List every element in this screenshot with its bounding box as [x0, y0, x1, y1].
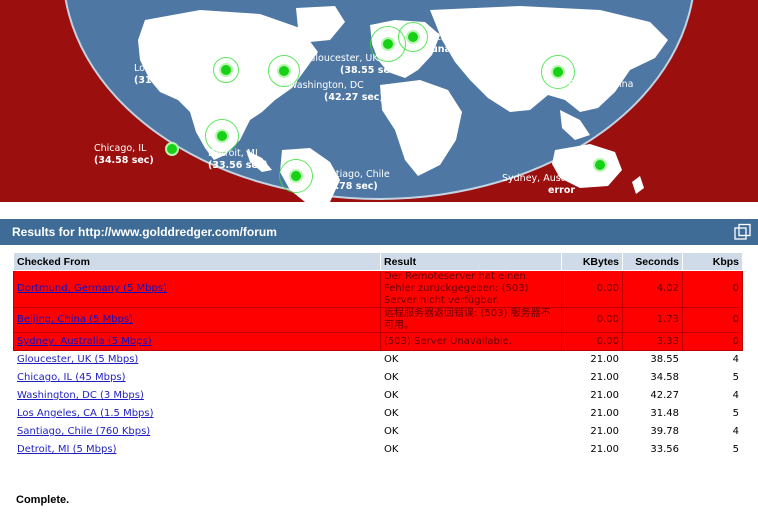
- ping-dot-sydney: [593, 158, 607, 172]
- table-row: Sydney, Australia (5 Mbps) (503) Server …: [13, 332, 743, 351]
- kbytes-cell: 0.00: [561, 307, 623, 333]
- table-header-row: Checked From Result KBytes Seconds Kbps: [13, 252, 743, 271]
- seconds-cell: 38.55: [622, 350, 683, 369]
- location-link[interactable]: Dortmund, Germany (5 Mbps): [17, 283, 167, 294]
- kbps-cell: 5: [682, 440, 743, 459]
- kbytes-cell: 21.00: [561, 368, 623, 387]
- table-row: Beijing, China (5 Mbps) 远程服务器返回错误: (503)…: [13, 307, 743, 333]
- map-label-santiago: Santiago, Chile (39.78 sec): [318, 169, 390, 192]
- result-cell: OK: [380, 368, 562, 387]
- table-row: Chicago, IL (45 Mbps) OK 21.00 34.58 5: [13, 368, 743, 387]
- map-label-beijing: Beijing, China error: [568, 79, 634, 102]
- seconds-cell: 34.58: [622, 368, 683, 387]
- status-text: Complete.: [16, 494, 70, 506]
- map-label-st-petersburg: St. Petersburg, Russia unavailable: [431, 32, 535, 55]
- seconds-cell: 3.33: [622, 332, 683, 351]
- map-label-detroit: Detroit, MI (33.56 sec): [208, 148, 268, 171]
- column-header-seconds: Seconds: [622, 252, 683, 271]
- kbps-cell: 5: [682, 368, 743, 387]
- ping-dot-los-angeles: [219, 63, 233, 77]
- kbytes-cell: 21.00: [561, 440, 623, 459]
- kbps-cell: 4: [682, 422, 743, 441]
- column-header-kbps: Kbps: [682, 252, 743, 271]
- ping-dot-gloucester: [381, 37, 395, 51]
- map-label-washington: Washington, DC (42.27 sec): [288, 80, 384, 103]
- table-row: Washington, DC (3 Mbps) OK 21.00 42.27 4: [13, 386, 743, 405]
- result-cell: OK: [380, 404, 562, 423]
- table-row: Los Angeles, CA (1.5 Mbps) OK 21.00 31.4…: [13, 404, 743, 423]
- result-cell: OK: [380, 350, 562, 369]
- kbytes-cell: 21.00: [561, 350, 623, 369]
- kbps-cell: 4: [682, 350, 743, 369]
- result-cell: (503) Server Unavailable.: [380, 332, 562, 351]
- map-label-sydney: Sydney, Australia error: [502, 173, 586, 196]
- table-row: Detroit, MI (5 Mbps) OK 21.00 33.56 5: [13, 440, 743, 459]
- result-cell: OK: [380, 440, 562, 459]
- ping-dot-chicago: [165, 142, 179, 156]
- kbytes-cell: 21.00: [561, 386, 623, 405]
- map-label-chicago: Chicago, IL (34.58 sec): [94, 143, 154, 166]
- seconds-cell: 42.27: [622, 386, 683, 405]
- seconds-cell: 39.78: [622, 422, 683, 441]
- ping-dot-washington: [277, 64, 291, 78]
- kbytes-cell: 0.00: [561, 270, 623, 308]
- ping-dot-detroit: [215, 129, 229, 143]
- seconds-cell: 4.02: [622, 270, 683, 308]
- location-link[interactable]: Beijing, China (5 Mbps): [17, 314, 133, 325]
- ping-dot-st-petersburg: [406, 30, 420, 44]
- table-row: Gloucester, UK (5 Mbps) OK 21.00 38.55 4: [13, 350, 743, 369]
- kbytes-cell: 0.00: [561, 332, 623, 351]
- column-header-result: Result: [380, 252, 562, 271]
- seconds-cell: 1.73: [622, 307, 683, 333]
- results-header: Results for http://www.golddredger.com/f…: [0, 219, 758, 245]
- world-map: Los Angeles, CA (31.48 sec) Gloucester, U…: [0, 0, 758, 202]
- location-link[interactable]: Detroit, MI (5 Mbps): [17, 444, 116, 455]
- location-link[interactable]: Washington, DC (3 Mbps): [17, 390, 144, 401]
- kbps-cell: 4: [682, 386, 743, 405]
- location-link[interactable]: Santiago, Chile (760 Kbps): [17, 426, 150, 437]
- location-link[interactable]: Gloucester, UK (5 Mbps): [17, 354, 138, 365]
- map-label-gloucester: Gloucester, UK (38.55 sec): [308, 53, 400, 76]
- kbps-cell: 0: [682, 270, 743, 308]
- land-nz: [632, 176, 644, 194]
- seconds-cell: 33.56: [622, 440, 683, 459]
- ping-dot-beijing: [551, 65, 565, 79]
- result-cell: Der Remoteserver hat einen Fehler zurück…: [380, 270, 562, 308]
- results-title: Results for http://www.golddredger.com/f…: [12, 225, 277, 239]
- page: Los Angeles, CA (31.48 sec) Gloucester, U…: [0, 0, 758, 519]
- location-link[interactable]: Sydney, Australia (5 Mbps): [17, 336, 152, 347]
- result-cell: OK: [380, 386, 562, 405]
- land-se-asia: [560, 110, 590, 140]
- location-link[interactable]: Chicago, IL (45 Mbps): [17, 372, 126, 383]
- table-row: Santiago, Chile (760 Kbps) OK 21.00 39.7…: [13, 422, 743, 441]
- kbps-cell: 5: [682, 404, 743, 423]
- result-cell: OK: [380, 422, 562, 441]
- kbytes-cell: 21.00: [561, 422, 623, 441]
- seconds-cell: 31.48: [622, 404, 683, 423]
- column-header-checked-from: Checked From: [13, 252, 381, 271]
- result-cell: 远程服务器返回错误: (503) 服务器不可用。: [380, 307, 562, 333]
- map-label-los-angeles: Los Angeles, CA (31.48 sec): [134, 63, 210, 86]
- kbytes-cell: 21.00: [561, 404, 623, 423]
- column-header-kbytes: KBytes: [561, 252, 623, 271]
- table-row: Dortmund, Germany (5 Mbps) Der Remoteser…: [13, 270, 743, 308]
- results-table: Checked From Result KBytes Seconds Kbps …: [13, 252, 743, 459]
- kbps-cell: 0: [682, 332, 743, 351]
- expand-window-icon[interactable]: [734, 223, 752, 241]
- location-link[interactable]: Los Angeles, CA (1.5 Mbps): [17, 408, 154, 419]
- kbps-cell: 0: [682, 307, 743, 333]
- ping-dot-santiago: [289, 169, 303, 183]
- land-africa: [380, 80, 462, 176]
